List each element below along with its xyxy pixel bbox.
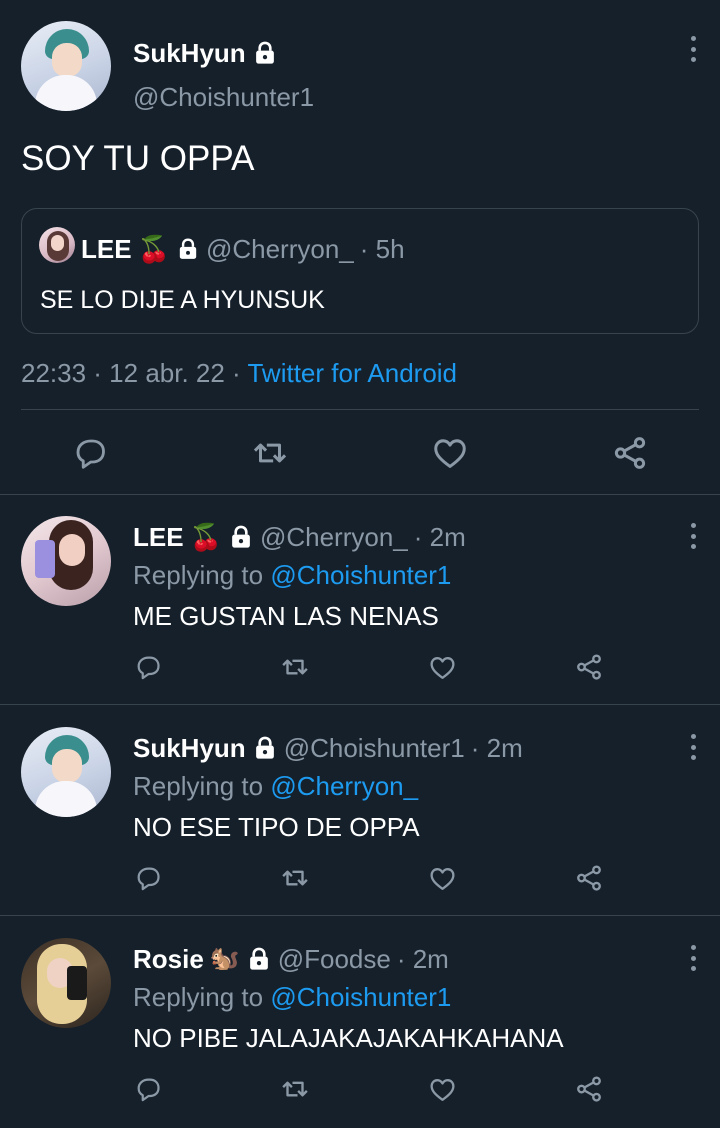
tweet-text: NO ESE TIPO DE OPPA: [133, 812, 420, 842]
author-name[interactable]: LEE: [133, 522, 184, 553]
replying-handle-link[interactable]: @Cherryon_: [270, 771, 418, 801]
divider: [21, 409, 699, 410]
cherry-icon: 🍒: [189, 522, 222, 552]
more-icon[interactable]: [681, 519, 705, 553]
author-handle[interactable]: @Cherryon_: [260, 522, 408, 553]
author-line: SukHyun: [133, 36, 284, 70]
replying-to: Replying to @Choishunter1: [133, 982, 451, 1013]
divider: [0, 915, 720, 916]
author-name[interactable]: SukHyun: [133, 733, 246, 764]
lock-icon: [254, 41, 275, 65]
author-line: Rosie 🐿️ @Foodse · 2m: [133, 940, 455, 978]
more-icon[interactable]: [681, 941, 705, 975]
tweet-time: · 2m: [396, 943, 449, 974]
like-icon[interactable]: [431, 434, 469, 472]
like-icon[interactable]: [427, 863, 457, 893]
author-line: LEE 🍒 @Cherryon_ · 2m: [133, 518, 472, 556]
author-handle[interactable]: @Choishunter1: [133, 82, 314, 113]
retweet-icon[interactable]: [280, 652, 310, 682]
share-icon[interactable]: [611, 434, 649, 472]
quoted-handle: @Cherryon_: [205, 233, 354, 264]
tweet-text: SOY TU OPPA: [21, 139, 255, 178]
quoted-time: · 5h: [359, 233, 405, 264]
reply-icon[interactable]: [133, 1074, 163, 1104]
avatar[interactable]: [21, 938, 111, 1028]
divider: [0, 494, 720, 495]
tweet-meta: 22:33 · 12 abr. 22 · Twitter for Android: [21, 358, 457, 389]
share-icon[interactable]: [574, 1074, 604, 1104]
reply-icon[interactable]: [71, 434, 109, 472]
quoted-text: SE LO DIJE A HYUNSUK: [40, 286, 325, 314]
avatar[interactable]: [21, 516, 111, 606]
tweet-source-link[interactable]: Twitter for Android: [247, 358, 457, 388]
author-name[interactable]: Rosie: [133, 944, 204, 975]
author-handle[interactable]: @Foodse: [278, 944, 391, 975]
quoted-tweet[interactable]: LEE 🍒 @Cherryon_ · 5h SE LO DIJE A HYUNS…: [21, 208, 699, 334]
reply-icon[interactable]: [133, 652, 163, 682]
tweet-timestamp: 22:33 · 12 abr. 22 ·: [21, 358, 241, 388]
divider: [0, 704, 720, 705]
more-icon[interactable]: [681, 730, 705, 764]
share-icon[interactable]: [574, 652, 604, 682]
replying-to: Replying to @Choishunter1: [133, 560, 451, 591]
author-handle[interactable]: @Choishunter1: [284, 733, 465, 764]
replying-handle-link[interactable]: @Choishunter1: [270, 560, 451, 590]
more-icon[interactable]: [681, 32, 705, 66]
like-icon[interactable]: [427, 1074, 457, 1104]
lock-icon: [178, 238, 198, 261]
tweet-text: ME GUSTAN LAS NENAS: [133, 601, 439, 631]
replying-to: Replying to @Cherryon_: [133, 771, 418, 802]
replying-label: Replying to: [133, 560, 264, 590]
replying-handle-link[interactable]: @Choishunter1: [270, 982, 451, 1012]
replying-label: Replying to: [133, 982, 264, 1012]
author-line: SukHyun @Choishunter1 · 2m: [133, 729, 529, 767]
lock-icon: [248, 947, 269, 971]
squirrel-icon: 🐿️: [209, 945, 240, 972]
avatar[interactable]: [21, 727, 111, 817]
share-icon[interactable]: [574, 863, 604, 893]
tweet-time: · 2m: [470, 732, 523, 763]
lock-icon: [254, 736, 275, 760]
retweet-icon[interactable]: [251, 434, 289, 472]
quoted-author-name: LEE: [81, 233, 132, 264]
tweet-text: NO PIBE JALAJAKAJAKAHKAHANA: [133, 1023, 564, 1053]
cherry-icon: 🍒: [137, 234, 170, 264]
lock-icon: [230, 525, 252, 549]
replying-label: Replying to: [133, 771, 264, 801]
avatar[interactable]: [21, 21, 111, 111]
avatar: [39, 227, 75, 263]
retweet-icon[interactable]: [280, 863, 310, 893]
quoted-author-line: LEE 🍒 @Cherryon_ · 5h: [81, 229, 411, 269]
tweet-time: · 2m: [413, 521, 466, 552]
retweet-icon[interactable]: [280, 1074, 310, 1104]
like-icon[interactable]: [427, 652, 457, 682]
reply-icon[interactable]: [133, 863, 163, 893]
author-name[interactable]: SukHyun: [133, 38, 246, 69]
